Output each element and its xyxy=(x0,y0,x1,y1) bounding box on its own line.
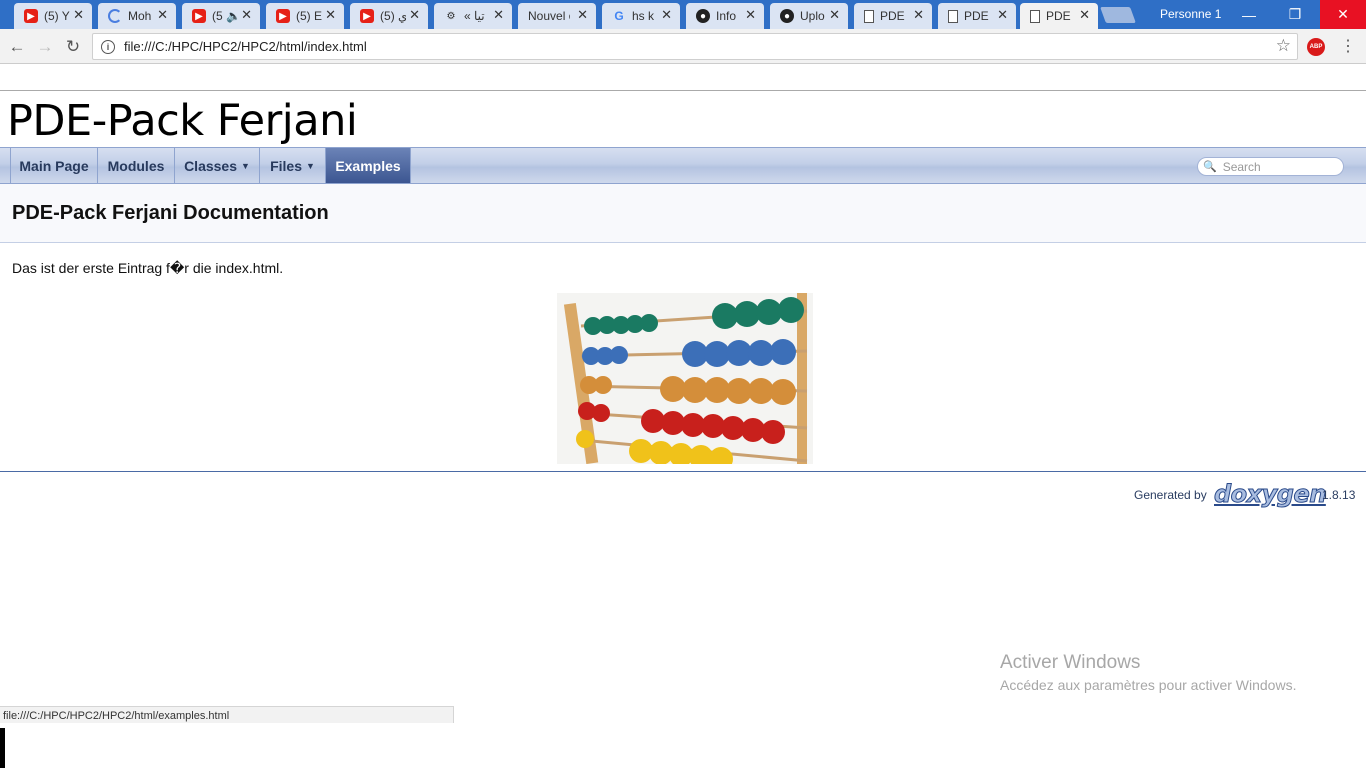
tab-close-icon[interactable]: ✕ xyxy=(745,7,756,23)
close-window-button[interactable]: ✕ xyxy=(1320,0,1366,29)
page-content: PDE-Pack Ferjani Main Page Modules Class… xyxy=(0,64,1366,768)
restore-button[interactable]: ❐ xyxy=(1272,0,1318,29)
minimize-button[interactable]: — xyxy=(1226,0,1272,29)
status-bar-url: file:///C:/HPC/HPC2/HPC2/html/examples.h… xyxy=(0,706,454,723)
address-bar[interactable]: i file:///C:/HPC/HPC2/HPC2/html/index.ht… xyxy=(92,33,1298,60)
forward-button[interactable]: → xyxy=(34,36,56,58)
doxygen-logo-link[interactable]: doxygen xyxy=(1214,480,1327,509)
browser-tab[interactable]: Moh ✕ xyxy=(98,3,176,29)
divider xyxy=(0,90,1366,91)
browser-tab-active[interactable]: PDE ✕ xyxy=(1020,3,1098,29)
youtube-icon: ▶ xyxy=(360,9,374,23)
activation-watermark-title: Activer Windows xyxy=(1000,652,1141,673)
taskbar-edge xyxy=(0,728,5,768)
browser-tab[interactable]: ▶ ي (5) ✕ xyxy=(350,3,428,29)
nav-classes[interactable]: Classes ▼ xyxy=(175,148,260,183)
nav-modules[interactable]: Modules xyxy=(98,148,175,183)
tab-close-icon[interactable]: ✕ xyxy=(913,7,924,23)
tab-close-icon[interactable]: ✕ xyxy=(997,7,1008,23)
browser-tab[interactable]: ▶ (5 🔈 ✕ xyxy=(182,3,260,29)
tab-close-icon[interactable]: ✕ xyxy=(241,7,252,23)
nav-files[interactable]: Files ▼ xyxy=(260,148,326,183)
browser-tab[interactable]: Ghs k ✕ xyxy=(602,3,680,29)
project-name: PDE-Pack Ferjani xyxy=(7,96,358,146)
browser-tab[interactable]: ▶ (5) E ✕ xyxy=(266,3,344,29)
github-icon: ● xyxy=(696,9,710,23)
body-text: Das ist der erste Eintrag f�r die index.… xyxy=(12,260,284,276)
browser-tab-strip: ▶ (5) Y ✕ Moh ✕ ▶ (5 🔈 ✕ ▶ (5) E ✕ ▶ ي (5) ✕ ⚙ « ت… xyxy=(0,0,1366,29)
generated-by-label: Generated by xyxy=(1134,488,1207,502)
browser-tab[interactable]: PDE ✕ xyxy=(854,3,932,29)
document-icon xyxy=(864,9,874,23)
address-text[interactable]: file:///C:/HPC/HPC2/HPC2/html/index.html xyxy=(124,39,367,54)
footer-divider xyxy=(0,471,1366,472)
tab-close-icon[interactable]: ✕ xyxy=(493,7,504,23)
browser-tab[interactable]: ● Uplo ✕ xyxy=(770,3,848,29)
youtube-icon: ▶ xyxy=(24,9,38,23)
new-tab-button[interactable] xyxy=(1100,7,1136,23)
browser-tab[interactable]: PDE ✕ xyxy=(938,3,1016,29)
document-icon xyxy=(948,9,958,23)
page-icon: ⚙ xyxy=(446,10,456,22)
browser-tab[interactable]: Nouvel o✕ xyxy=(518,3,596,29)
google-icon: G xyxy=(614,9,624,23)
browser-tab[interactable]: ● Info ✕ xyxy=(686,3,764,29)
tab-close-icon[interactable]: ✕ xyxy=(73,7,84,23)
reload-button[interactable]: ↻ xyxy=(62,36,84,58)
chevron-down-icon: ▼ xyxy=(241,160,250,171)
youtube-icon: ▶ xyxy=(192,9,206,23)
browser-toolbar: ← → ↻ i file:///C:/HPC/HPC2/HPC2/html/in… xyxy=(0,29,1366,64)
browser-tab[interactable]: ⚙ « تيا ✕ xyxy=(434,3,512,29)
tab-close-icon[interactable]: ✕ xyxy=(157,7,168,23)
search-placeholder[interactable]: Search xyxy=(1223,160,1261,174)
chevron-down-icon: ▼ xyxy=(305,160,315,171)
tab-close-icon[interactable]: ✕ xyxy=(409,7,420,23)
github-icon: ● xyxy=(780,9,794,23)
page-title: PDE-Pack Ferjani Documentation xyxy=(12,202,329,224)
search-box[interactable]: 🔍 Search xyxy=(1197,157,1344,176)
nav-examples[interactable]: Examples xyxy=(326,148,411,183)
tab-close-icon[interactable]: ✕ xyxy=(577,7,588,23)
doxygen-nav-bar: Main Page Modules Classes ▼ Files ▼ Exampl… xyxy=(0,147,1366,184)
doxygen-version: 1.8.13 xyxy=(1322,488,1356,502)
tab-close-icon[interactable]: ✕ xyxy=(1079,7,1090,23)
nav-main-page[interactable]: Main Page xyxy=(10,148,98,183)
tab-close-icon[interactable]: ✕ xyxy=(829,7,840,23)
youtube-icon: ▶ xyxy=(276,9,290,23)
bookmark-star-icon[interactable]: ☆ xyxy=(1276,36,1291,56)
tab-close-icon[interactable]: ✕ xyxy=(325,7,336,23)
tab-close-icon[interactable]: ✕ xyxy=(661,7,672,23)
abacus-image xyxy=(557,293,813,464)
loading-spinner-icon xyxy=(108,9,122,23)
info-icon[interactable]: i xyxy=(101,39,115,54)
back-button[interactable]: ← xyxy=(6,36,28,58)
document-icon xyxy=(1030,9,1040,23)
browser-tab[interactable]: ▶ (5) Y ✕ xyxy=(14,3,92,29)
adblock-icon[interactable]: ABP xyxy=(1307,38,1325,56)
browser-menu-icon[interactable]: ⋮ xyxy=(1340,36,1356,56)
activation-watermark-text: Accédez aux paramètres pour activer Wind… xyxy=(1000,677,1297,693)
page-header: PDE-Pack Ferjani Documentation xyxy=(0,184,1366,243)
search-icon[interactable]: 🔍 xyxy=(1203,160,1217,173)
profile-name[interactable]: Personne 1 xyxy=(1160,7,1221,21)
